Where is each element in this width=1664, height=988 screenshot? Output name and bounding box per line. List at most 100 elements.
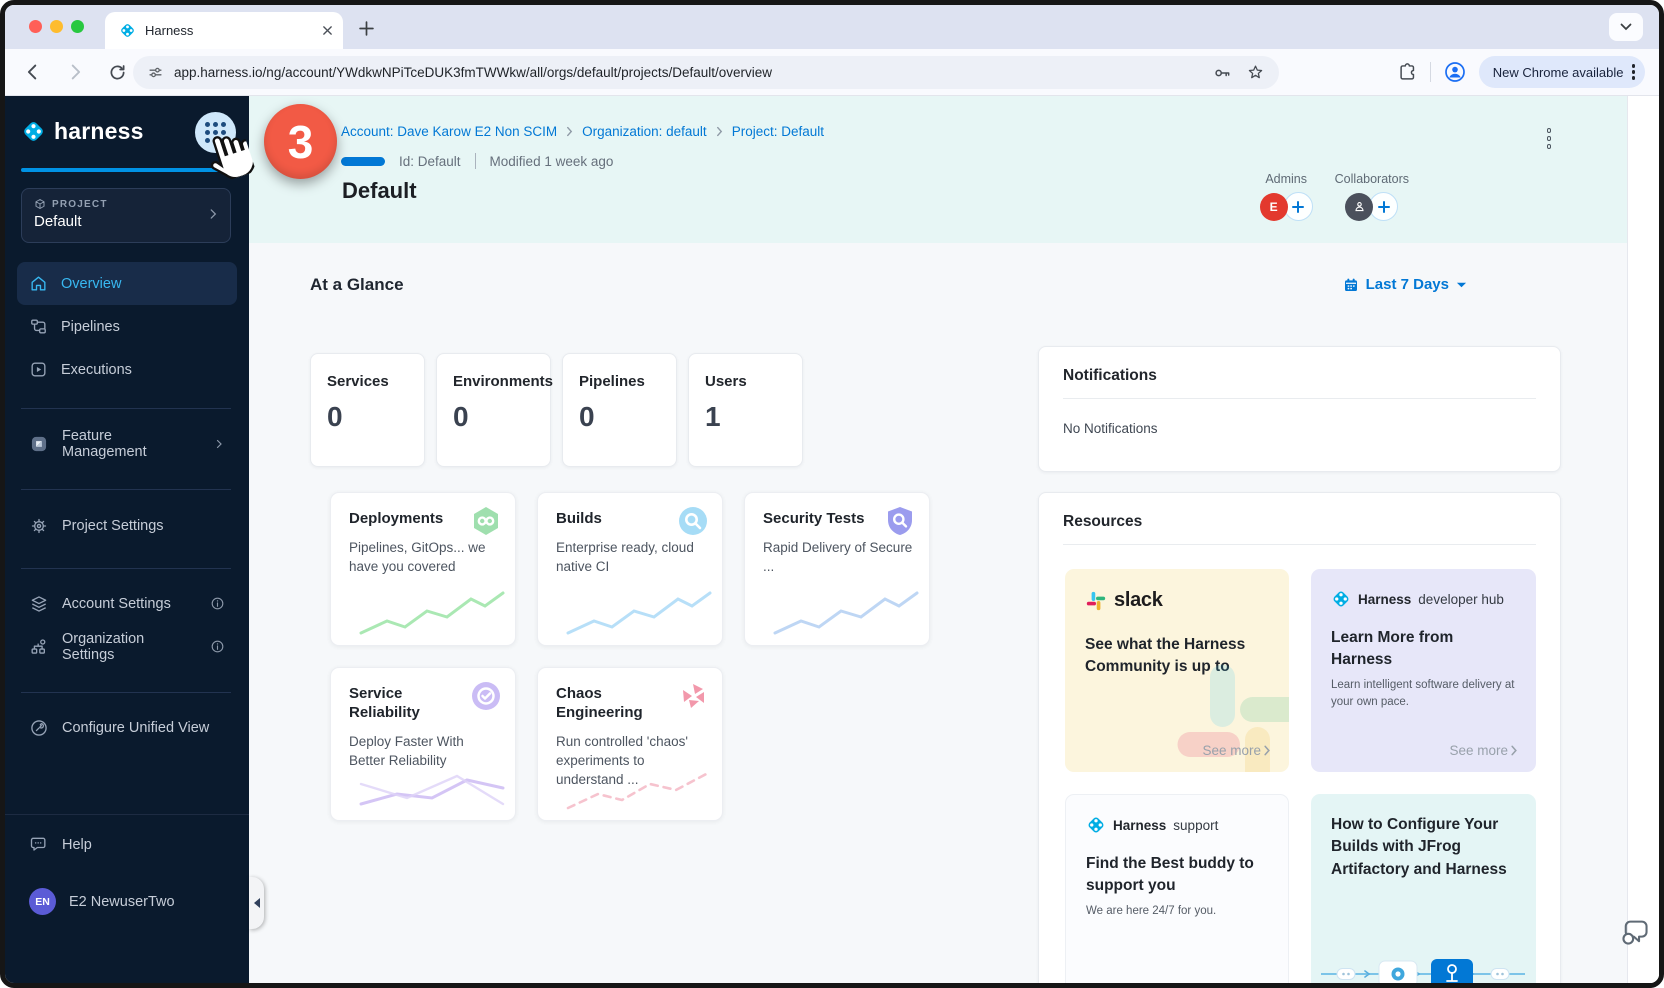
breadcrumb-separator-icon [716, 126, 723, 137]
tab-close-icon[interactable] [322, 25, 333, 36]
new-tab-button[interactable] [355, 17, 377, 39]
stat-card-services[interactable]: Services 0 [310, 353, 425, 467]
stat-label: Pipelines [579, 373, 660, 390]
stat-card-users[interactable]: Users 1 [688, 353, 803, 467]
resource-card-developer-hub[interactable]: Harness developer hub Learn More from Ha… [1311, 569, 1536, 772]
add-admin-button[interactable] [1284, 192, 1313, 221]
chevron-down-icon [1456, 281, 1467, 289]
site-settings-icon[interactable] [147, 64, 164, 81]
module-card-deployments[interactable]: Deployments Pipelines, GitOps... we have… [330, 492, 516, 646]
date-range-value: Last 7 Days [1366, 276, 1449, 293]
notifications-title: Notifications [1063, 367, 1536, 399]
forward-button[interactable] [61, 58, 89, 86]
url-text[interactable]: app.harness.io/ng/account/YWdkwNPiTceDUK… [174, 65, 1202, 80]
module-description: Rapid Delivery of Secure ... [763, 538, 913, 576]
project-options-menu[interactable] [1543, 124, 1556, 153]
info-icon[interactable] [210, 596, 225, 611]
stat-card-environments[interactable]: Environments 0 [436, 353, 551, 467]
resources-title: Resources [1063, 513, 1536, 545]
module-card-service-reliability[interactable]: Service Reliability Deploy Faster With B… [330, 667, 516, 821]
cube-icon [34, 198, 46, 210]
info-icon[interactable] [210, 639, 225, 654]
date-range-picker[interactable]: Last 7 Days [1343, 276, 1467, 293]
chrome-update-button[interactable]: New Chrome available [1479, 56, 1645, 88]
back-button[interactable] [19, 58, 47, 86]
browser-tab[interactable]: Harness [105, 12, 343, 49]
chrome-menu-icon[interactable] [1632, 64, 1636, 80]
brand-bold: Harness [1113, 818, 1166, 833]
sidebar-item-account-settings[interactable]: Account Settings [17, 582, 237, 625]
password-key-icon[interactable] [1212, 63, 1232, 83]
add-collaborator-button[interactable] [1369, 192, 1398, 221]
profile-avatar-icon[interactable] [1443, 60, 1467, 84]
resource-card-jfrog[interactable]: How to Configure Your Builds with JFrog … [1311, 794, 1536, 988]
sidebar-collapse-handle[interactable] [249, 877, 264, 929]
address-bar[interactable]: app.harness.io/ng/account/YWdkwNPiTceDUK… [133, 56, 1279, 89]
tab-strip: Harness [5, 5, 1659, 49]
project-selector[interactable]: PROJECT Default [21, 188, 231, 243]
sidebar: harness PROJECT Default Overview [5, 96, 249, 983]
module-title: Builds [556, 510, 674, 529]
window-controls [29, 20, 84, 33]
breadcrumb-project-link[interactable]: Project: Default [732, 124, 824, 139]
sidebar-item-feature-management[interactable]: Feature Management [17, 422, 237, 465]
admin-avatar[interactable]: E [1260, 193, 1288, 221]
sidebar-item-label: Project Settings [62, 518, 164, 534]
admins-group: Admins E [1260, 172, 1313, 221]
bookmark-star-icon[interactable] [1246, 63, 1265, 82]
calendar-icon [1343, 277, 1359, 293]
support-chat-launcher-icon[interactable] [1620, 917, 1650, 947]
sidebar-item-help[interactable]: Help [17, 823, 237, 866]
sidebar-item-executions[interactable]: Executions [17, 348, 237, 391]
sidebar-item-overview[interactable]: Overview [17, 262, 237, 305]
sidebar-item-project-settings[interactable]: Project Settings [17, 504, 237, 547]
home-icon [29, 274, 48, 293]
sidebar-item-label: Configure Unified View [62, 720, 209, 736]
harness-logo[interactable]: harness [21, 118, 144, 145]
module-description: Pipelines, GitOps... we have you covered [349, 538, 499, 576]
plus-icon [1292, 201, 1304, 213]
modified-timestamp: Modified 1 week ago [490, 154, 614, 169]
module-card-security-tests[interactable]: Security Tests Rapid Delivery of Secure … [744, 492, 930, 646]
resources-panel: Resources slack See what the Harness Com… [1038, 492, 1561, 988]
collaborators-group: Collaborators [1335, 172, 1409, 221]
toolbar-separator [1430, 62, 1431, 82]
resource-card-slack[interactable]: slack See what the Harness Community is … [1065, 569, 1289, 772]
see-more-link[interactable]: See more [1202, 743, 1271, 758]
slack-logo-icon [1085, 590, 1107, 612]
see-more-link[interactable]: See more [1449, 743, 1518, 758]
sidebar-item-organization-settings[interactable]: Organization Settings [17, 625, 237, 668]
harness-favicon [119, 22, 136, 39]
breadcrumb-account-link[interactable]: Account: Dave Karow E2 Non SCIM [341, 124, 557, 139]
harness-logo-icon [1331, 589, 1351, 609]
extensions-icon[interactable] [1397, 62, 1418, 83]
module-card-chaos-engineering[interactable]: Chaos Engineering Run controlled 'chaos'… [537, 667, 723, 821]
chrome-update-label: New Chrome available [1493, 65, 1624, 80]
module-title: Chaos Engineering [556, 685, 674, 723]
module-card-builds[interactable]: Builds Enterprise ready, cloud native CI [537, 492, 723, 646]
stat-card-pipelines[interactable]: Pipelines 0 [562, 353, 677, 467]
slack-brand-name: slack [1114, 589, 1163, 612]
sidebar-user-menu[interactable]: EN E2 NewuserTwo [17, 880, 237, 923]
see-more-label: See more [1202, 743, 1261, 758]
service-reliability-icon [470, 680, 502, 712]
close-window-button[interactable] [29, 20, 42, 33]
tab-search-chevron-button[interactable] [1609, 13, 1643, 41]
sidebar-item-configure-unified-view[interactable]: Configure Unified View [17, 706, 237, 749]
sidebar-divider [21, 408, 231, 409]
at-a-glance-title: At a Glance [310, 275, 404, 295]
maximize-window-button[interactable] [71, 20, 84, 33]
page-right-margin [1627, 96, 1659, 983]
resource-body: We are here 24/7 for you. [1086, 903, 1268, 920]
main-content: Account: Dave Karow E2 Non SCIM Organiza… [249, 96, 1659, 983]
sidebar-footer-divider [5, 814, 249, 815]
breadcrumb-separator-icon [566, 126, 573, 137]
project-kicker: PROJECT [52, 199, 108, 210]
sidebar-item-pipelines[interactable]: Pipelines [17, 305, 237, 348]
breadcrumb-organization-link[interactable]: Organization: default [582, 124, 707, 139]
resource-card-support[interactable]: Harness support Find the Best buddy to s… [1065, 794, 1289, 988]
minimize-window-button[interactable] [50, 20, 63, 33]
gear-icon [29, 516, 49, 536]
reload-button[interactable] [103, 58, 131, 86]
collaborator-avatar[interactable] [1345, 193, 1373, 221]
